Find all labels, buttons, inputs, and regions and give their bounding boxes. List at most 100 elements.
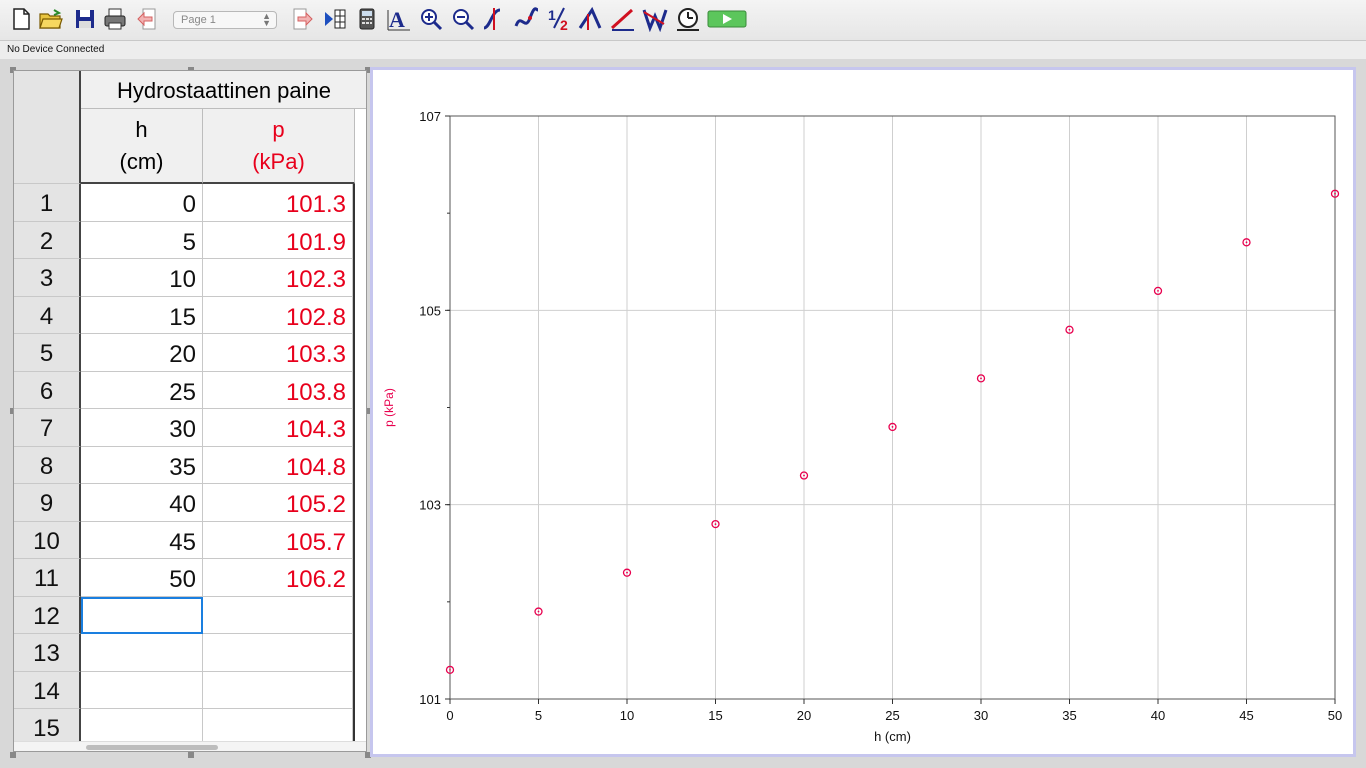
x-tick-label: 35	[1062, 708, 1076, 723]
svg-text:2: 2	[560, 17, 568, 32]
data-table: Hydrostaattinen paine h (cm) p (kPa) 101…	[13, 70, 367, 752]
row-number[interactable]: 1	[14, 184, 81, 222]
select-arrows-icon: ▲ ▼	[262, 11, 271, 28]
row-number[interactable]: 3	[14, 259, 81, 297]
x-axis-label[interactable]: h (cm)	[874, 729, 911, 744]
timer-icon[interactable]	[675, 6, 701, 34]
cell-p[interactable]: 106.2	[203, 559, 353, 597]
column-header-p[interactable]: p (kPa)	[203, 109, 355, 184]
new-file-icon[interactable]	[8, 6, 34, 34]
cell-h[interactable]: 45	[81, 521, 203, 559]
row-number[interactable]: 9	[14, 484, 81, 522]
toolbar: Page 1 ▲ ▼ A 12	[0, 0, 1366, 41]
column-unit-h: (cm)	[119, 149, 164, 174]
calculator-icon[interactable]	[354, 6, 380, 34]
y-tick-label: 105	[419, 303, 441, 318]
row-number[interactable]: 14	[14, 671, 81, 709]
selected-cell[interactable]	[81, 596, 203, 634]
statistics-icon[interactable]: 12	[546, 6, 572, 34]
cell-h[interactable]: 50	[81, 559, 203, 597]
resize-handle[interactable]	[188, 752, 194, 758]
table-edge	[353, 184, 355, 746]
row-number[interactable]: 2	[14, 221, 81, 259]
cell-p[interactable]: 101.3	[203, 184, 353, 222]
cell-h[interactable]: 15	[81, 296, 203, 334]
x-tick-label: 20	[797, 708, 811, 723]
cell-h[interactable]: 5	[81, 221, 203, 259]
collect-play-icon[interactable]	[707, 6, 747, 34]
cell-h[interactable]: 20	[81, 334, 203, 372]
column-name-h: h	[135, 117, 148, 142]
examine-icon[interactable]	[482, 6, 508, 34]
open-folder-icon[interactable]	[38, 6, 64, 34]
save-icon[interactable]	[72, 6, 98, 34]
zoom-in-icon[interactable]	[418, 6, 444, 34]
y-tick-label: 107	[419, 109, 441, 124]
cell-p[interactable]: 104.8	[203, 446, 353, 484]
x-tick-label: 5	[535, 708, 542, 723]
resize-handle[interactable]	[10, 752, 16, 758]
row-number[interactable]: 13	[14, 634, 81, 672]
cell-p[interactable]	[203, 596, 353, 634]
cell-p[interactable]: 103.3	[203, 334, 353, 372]
dataset-title[interactable]: Hydrostaattinen paine	[81, 71, 366, 109]
data-browser-icon[interactable]	[322, 6, 348, 34]
row-number[interactable]: 4	[14, 296, 81, 334]
autoscale-text-icon[interactable]: A	[386, 6, 412, 34]
linear-fit-icon[interactable]	[610, 6, 636, 34]
back-page-icon[interactable]	[134, 6, 160, 34]
curve-fit-icon[interactable]	[642, 6, 668, 34]
graph-panel[interactable]: 0 5 10 15 20 25 30 35 40 45 50 101 103 105 107 h (cm) …	[370, 67, 1356, 757]
cell-p[interactable]: 105.2	[203, 484, 353, 522]
interpolate-icon[interactable]	[514, 6, 540, 34]
row-number[interactable]: 6	[14, 371, 81, 409]
svg-text:1: 1	[548, 7, 556, 23]
status-bar: No Device Connected	[0, 41, 1366, 59]
device-status: No Device Connected	[7, 44, 105, 55]
row-number[interactable]: 8	[14, 446, 81, 484]
row-number[interactable]: 5	[14, 334, 81, 372]
zoom-out-icon[interactable]	[450, 6, 476, 34]
y-tick-label: 103	[419, 498, 441, 513]
cell-p[interactable]	[203, 671, 353, 709]
x-tick-label: 45	[1239, 708, 1253, 723]
table-corner	[14, 71, 81, 184]
forward-page-icon[interactable]	[290, 6, 316, 34]
scrollbar-thumb[interactable]	[86, 745, 218, 750]
x-tick-label: 40	[1151, 708, 1165, 723]
cell-p[interactable]: 101.9	[203, 221, 353, 259]
integral-icon[interactable]	[578, 6, 604, 34]
cell-h[interactable]: 0	[81, 184, 203, 222]
y-axis-label[interactable]: p (kPa)	[382, 388, 396, 427]
cell-h[interactable]: 25	[81, 371, 203, 409]
cell-p[interactable]	[203, 634, 353, 672]
cell-p[interactable]: 105.7	[203, 521, 353, 559]
x-tick-label: 0	[446, 708, 453, 723]
cell-h[interactable]	[81, 671, 203, 709]
y-tick-label: 101	[419, 692, 441, 707]
cell-p[interactable]: 104.3	[203, 409, 353, 447]
column-name-p: p	[272, 117, 285, 142]
x-tick-label: 10	[620, 708, 634, 723]
row-number[interactable]: 7	[14, 409, 81, 447]
cell-h[interactable]: 30	[81, 409, 203, 447]
cell-h[interactable]: 40	[81, 484, 203, 522]
x-tick-label: 25	[885, 708, 899, 723]
cell-h[interactable]	[81, 634, 203, 672]
svg-text:A: A	[389, 7, 405, 32]
row-number[interactable]: 10	[14, 521, 81, 559]
row-number[interactable]: 11	[14, 559, 81, 597]
scatter-graph[interactable]: 0 5 10 15 20 25 30 35 40 45 50101103105107 h (cm) …	[373, 70, 1353, 754]
print-icon[interactable]	[102, 6, 128, 34]
page-select-value: Page 1	[181, 14, 216, 26]
cell-p[interactable]: 102.8	[203, 296, 353, 334]
column-unit-p: (kPa)	[252, 149, 305, 174]
cell-h[interactable]: 10	[81, 259, 203, 297]
cell-h[interactable]: 35	[81, 446, 203, 484]
column-header-h[interactable]: h (cm)	[81, 109, 203, 184]
horizontal-scrollbar[interactable]	[14, 741, 366, 751]
row-number[interactable]: 12	[14, 596, 81, 634]
page-select[interactable]: Page 1 ▲ ▼	[173, 11, 277, 29]
cell-p[interactable]: 102.3	[203, 259, 353, 297]
cell-p[interactable]: 103.8	[203, 371, 353, 409]
